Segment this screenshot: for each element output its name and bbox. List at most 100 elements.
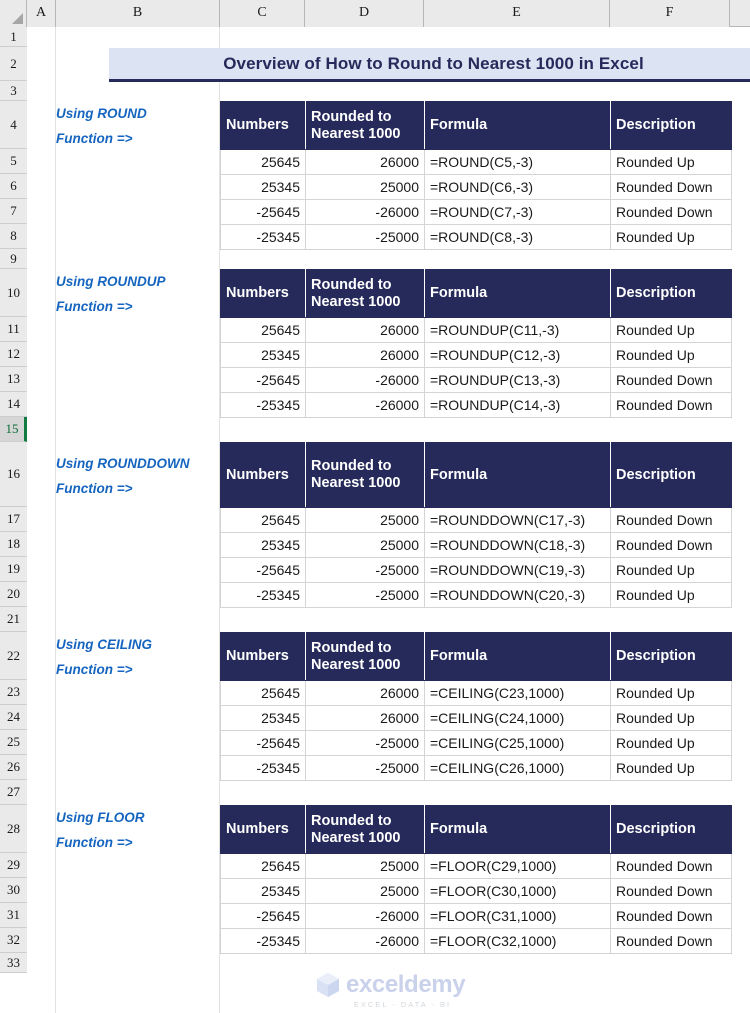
cell-number[interactable]: -25645 <box>220 367 306 393</box>
cell-description[interactable]: Rounded Up <box>610 705 732 731</box>
cell-number[interactable]: 25645 <box>220 317 306 343</box>
cell-number[interactable]: 25345 <box>220 705 306 731</box>
cell-rounded[interactable]: -25000 <box>305 557 425 583</box>
cell-formula[interactable]: =FLOOR(C31,1000) <box>424 903 611 929</box>
cell-formula[interactable]: =ROUND(C7,-3) <box>424 199 611 225</box>
column-header-e[interactable]: E <box>424 0 610 27</box>
row-header-19[interactable]: 19 <box>0 557 27 582</box>
row-header-6[interactable]: 6 <box>0 174 27 199</box>
cell-number[interactable]: -25345 <box>220 755 306 781</box>
cell-rounded[interactable]: -25000 <box>305 730 425 756</box>
cell-description[interactable]: Rounded Down <box>610 199 732 225</box>
column-header-a[interactable]: A <box>27 0 56 27</box>
row-header-9[interactable]: 9 <box>0 249 27 269</box>
cell-rounded[interactable]: 25000 <box>305 174 425 200</box>
cell-description[interactable]: Rounded Up <box>610 680 732 706</box>
cell-formula[interactable]: =ROUND(C8,-3) <box>424 224 611 250</box>
row-header-21[interactable]: 21 <box>0 607 27 632</box>
column-header-d[interactable]: D <box>305 0 424 27</box>
cell-description[interactable]: Rounded Up <box>610 730 732 756</box>
cell-number[interactable]: 25345 <box>220 342 306 368</box>
row-header-22[interactable]: 22 <box>0 632 27 680</box>
cell-description[interactable]: Rounded Down <box>610 853 732 879</box>
cell-number[interactable]: -25645 <box>220 557 306 583</box>
row-header-15[interactable]: 15 <box>0 417 27 442</box>
cell-rounded[interactable]: 25000 <box>305 532 425 558</box>
cell-description[interactable]: Rounded Up <box>610 582 732 608</box>
cell-rounded[interactable]: 26000 <box>305 317 425 343</box>
row-header-27[interactable]: 27 <box>0 780 27 805</box>
cell-number[interactable]: -25645 <box>220 730 306 756</box>
cell-description[interactable]: Rounded Down <box>610 878 732 904</box>
cell-number[interactable]: 25645 <box>220 507 306 533</box>
cell-rounded[interactable]: 26000 <box>305 680 425 706</box>
cell-rounded[interactable]: 26000 <box>305 342 425 368</box>
row-header-24[interactable]: 24 <box>0 705 27 730</box>
cell-rounded[interactable]: -26000 <box>305 199 425 225</box>
cell-number[interactable]: -25645 <box>220 903 306 929</box>
column-header-b[interactable]: B <box>56 0 220 27</box>
cell-rounded[interactable]: -26000 <box>305 367 425 393</box>
row-header-30[interactable]: 30 <box>0 878 27 903</box>
cell-rounded[interactable]: -26000 <box>305 392 425 418</box>
row-header-7[interactable]: 7 <box>0 199 27 224</box>
row-header-12[interactable]: 12 <box>0 342 27 367</box>
row-header-20[interactable]: 20 <box>0 582 27 607</box>
row-header-29[interactable]: 29 <box>0 853 27 878</box>
column-header-f[interactable]: F <box>610 0 730 27</box>
cell-description[interactable]: Rounded Up <box>610 317 732 343</box>
cell-formula[interactable]: =CEILING(C26,1000) <box>424 755 611 781</box>
cell-rounded[interactable]: 25000 <box>305 878 425 904</box>
row-header-14[interactable]: 14 <box>0 392 27 417</box>
cell-number[interactable]: -25345 <box>220 392 306 418</box>
cell-number[interactable]: 25645 <box>220 853 306 879</box>
cell-formula[interactable]: =FLOOR(C32,1000) <box>424 928 611 954</box>
cell-description[interactable]: Rounded Down <box>610 367 732 393</box>
cell-rounded[interactable]: -26000 <box>305 903 425 929</box>
cell-formula[interactable]: =ROUNDDOWN(C17,-3) <box>424 507 611 533</box>
cell-formula[interactable]: =ROUNDDOWN(C20,-3) <box>424 582 611 608</box>
row-header-33[interactable]: 33 <box>0 953 27 973</box>
cell-formula[interactable]: =CEILING(C23,1000) <box>424 680 611 706</box>
cell-formula[interactable]: =ROUND(C6,-3) <box>424 174 611 200</box>
cell-number[interactable]: 25345 <box>220 532 306 558</box>
row-header-8[interactable]: 8 <box>0 224 27 249</box>
cell-description[interactable]: Rounded Down <box>610 903 732 929</box>
row-header-10[interactable]: 10 <box>0 269 27 317</box>
cell-rounded[interactable]: -26000 <box>305 928 425 954</box>
cell-number[interactable]: -25645 <box>220 199 306 225</box>
cell-formula[interactable]: =ROUNDUP(C12,-3) <box>424 342 611 368</box>
row-header-32[interactable]: 32 <box>0 928 27 953</box>
cell-description[interactable]: Rounded Up <box>610 755 732 781</box>
cell-description[interactable]: Rounded Up <box>610 224 732 250</box>
column-header-c[interactable]: C <box>220 0 305 27</box>
cell-formula[interactable]: =ROUNDUP(C14,-3) <box>424 392 611 418</box>
row-header-1[interactable]: 1 <box>0 27 27 47</box>
row-header-3[interactable]: 3 <box>0 81 27 101</box>
cell-rounded[interactable]: 25000 <box>305 507 425 533</box>
cell-description[interactable]: Rounded Down <box>610 174 732 200</box>
cell-formula[interactable]: =ROUNDUP(C13,-3) <box>424 367 611 393</box>
cell-description[interactable]: Rounded Up <box>610 149 732 175</box>
row-header-11[interactable]: 11 <box>0 317 27 342</box>
cell-description[interactable]: Rounded Up <box>610 342 732 368</box>
cell-formula[interactable]: =FLOOR(C29,1000) <box>424 853 611 879</box>
cell-number[interactable]: -25345 <box>220 224 306 250</box>
row-header-17[interactable]: 17 <box>0 507 27 532</box>
cell-rounded[interactable]: 25000 <box>305 853 425 879</box>
select-all-corner[interactable] <box>0 0 27 27</box>
cell-rounded[interactable]: -25000 <box>305 755 425 781</box>
cell-number[interactable]: 25645 <box>220 680 306 706</box>
cell-formula[interactable]: =ROUND(C5,-3) <box>424 149 611 175</box>
row-header-5[interactable]: 5 <box>0 149 27 174</box>
row-header-18[interactable]: 18 <box>0 532 27 557</box>
cell-rounded[interactable]: -25000 <box>305 224 425 250</box>
cell-number[interactable]: 25345 <box>220 174 306 200</box>
cell-description[interactable]: Rounded Down <box>610 507 732 533</box>
cell-rounded[interactable]: 26000 <box>305 705 425 731</box>
cell-rounded[interactable]: -25000 <box>305 582 425 608</box>
cell-formula[interactable]: =CEILING(C24,1000) <box>424 705 611 731</box>
cell-number[interactable]: -25345 <box>220 582 306 608</box>
row-header-28[interactable]: 28 <box>0 805 27 853</box>
cell-rounded[interactable]: 26000 <box>305 149 425 175</box>
